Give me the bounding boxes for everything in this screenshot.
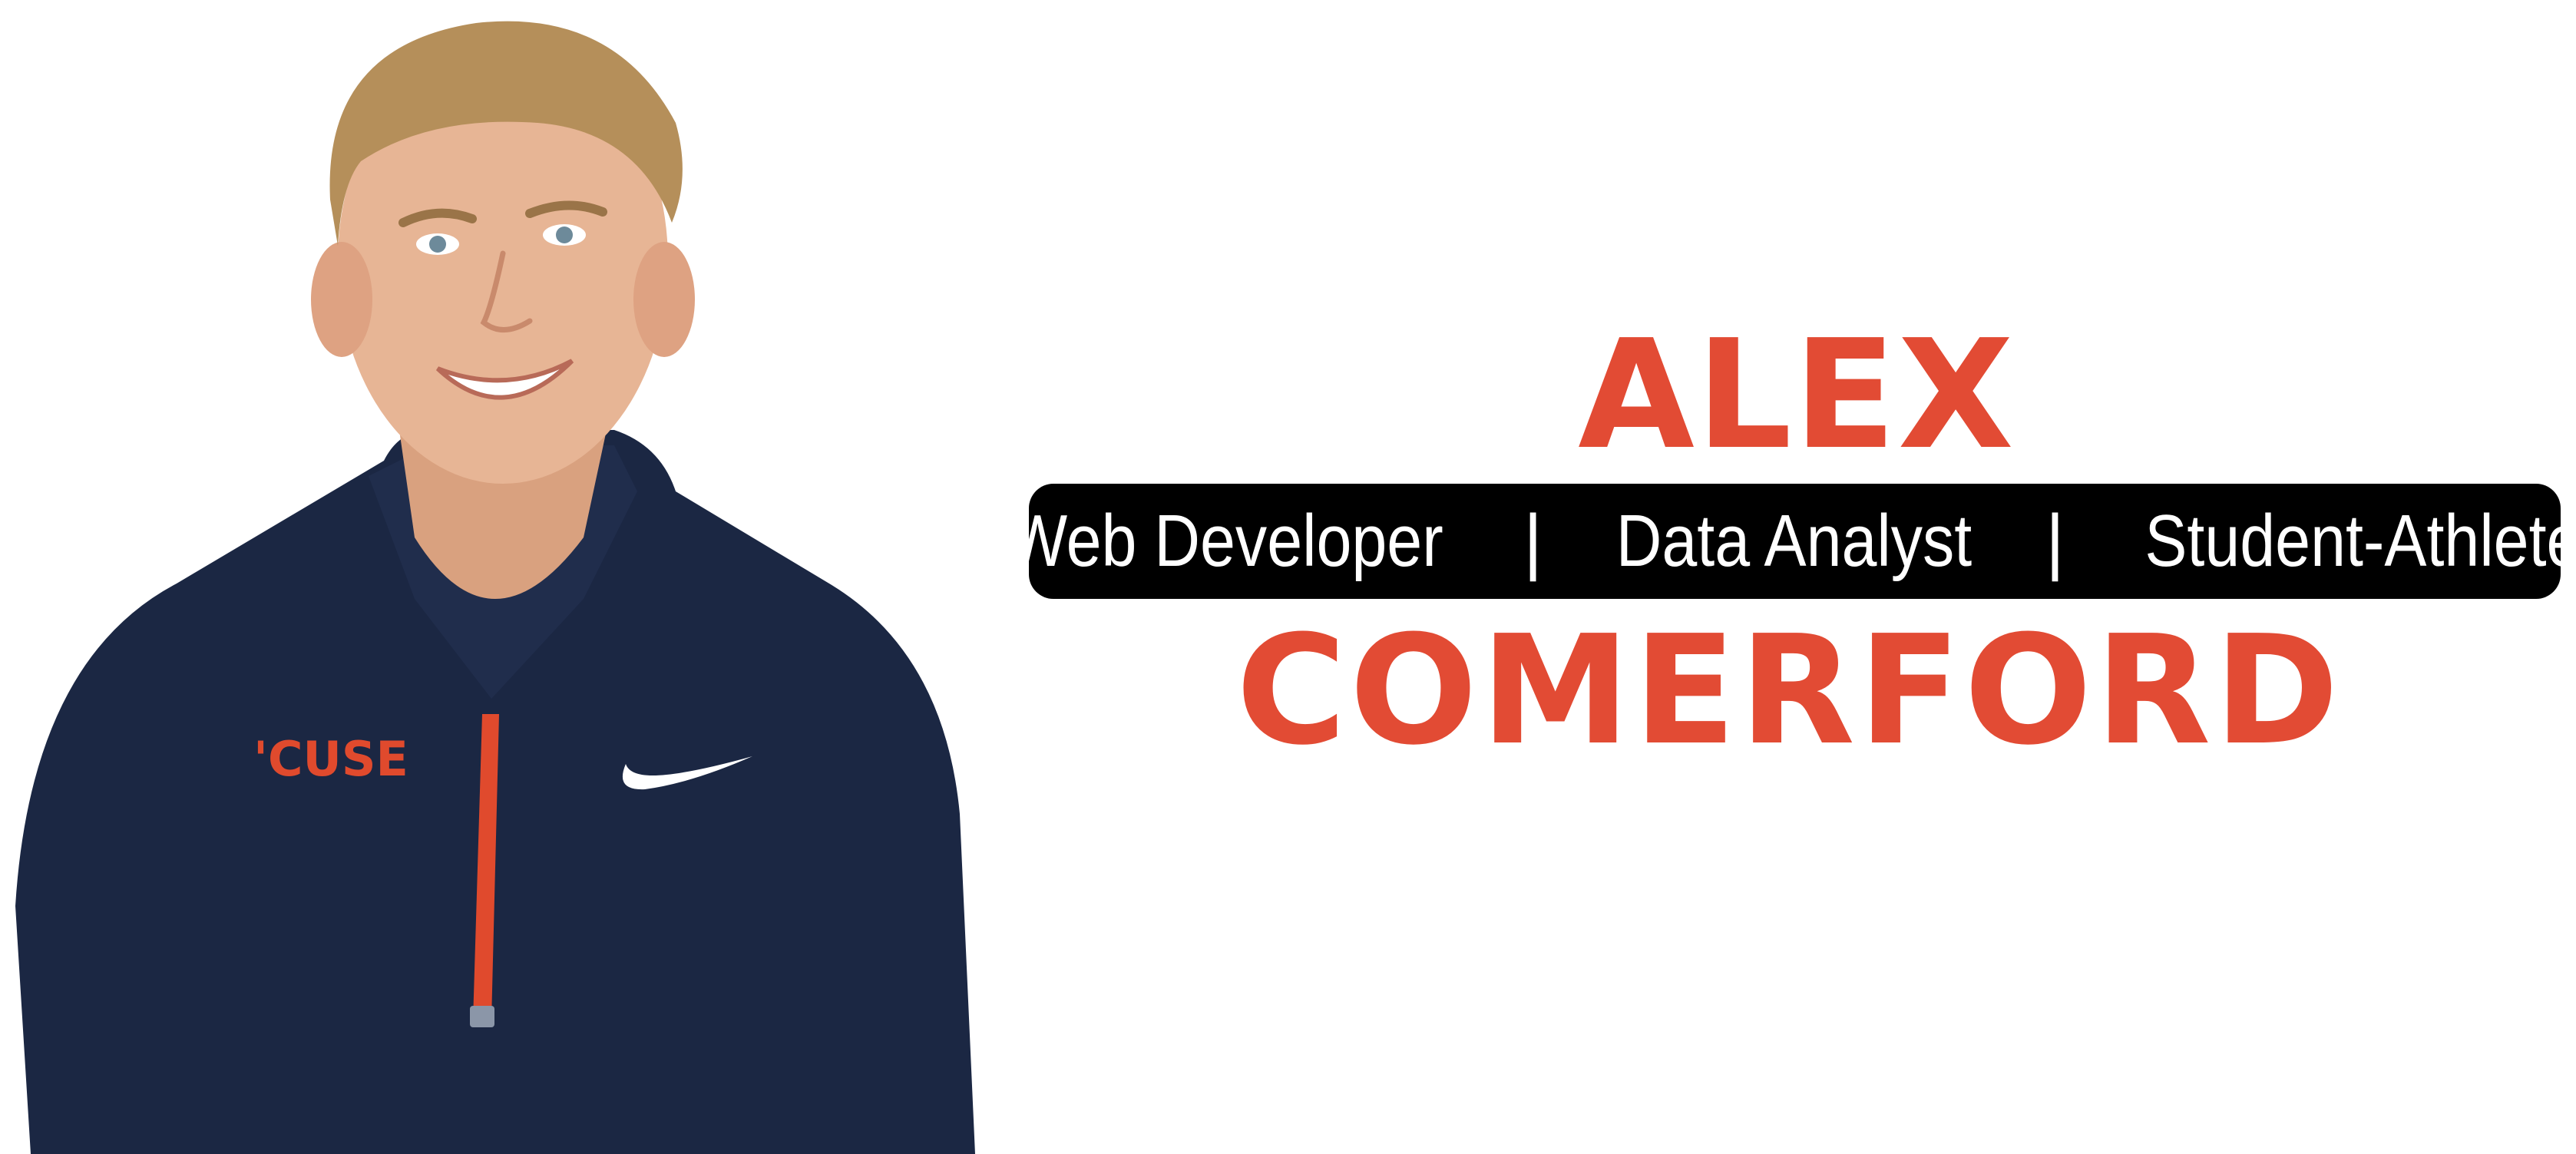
first-name-heading: ALEX — [1578, 308, 2015, 483]
role-separator: | — [1523, 500, 1543, 582]
right-iris-icon — [556, 227, 573, 243]
roles-tagline-bar: Web Developer | Data Analyst | Student-A… — [1007, 484, 2576, 599]
role-student-athlete: Student-Athlete — [2144, 500, 2576, 582]
zipper-pull-icon — [470, 1006, 494, 1027]
jacket-logo-text: 'CUSE — [253, 731, 408, 787]
hero-banner: 'CUSE ALEX Web Developer | Data Analyst … — [0, 0, 2576, 1154]
left-iris-icon — [429, 236, 446, 253]
role-data-analyst: Data Analyst — [1615, 500, 1973, 582]
role-web-developer: Web Developer — [1007, 500, 1443, 582]
profile-portrait: 'CUSE — [0, 0, 990, 1154]
role-separator: | — [2045, 500, 2065, 582]
left-ear-shape — [311, 242, 372, 357]
person-portrait-icon: 'CUSE — [15, 21, 975, 1154]
last-name-heading: COMERFORD — [1235, 603, 2343, 779]
right-ear-shape — [633, 242, 695, 357]
